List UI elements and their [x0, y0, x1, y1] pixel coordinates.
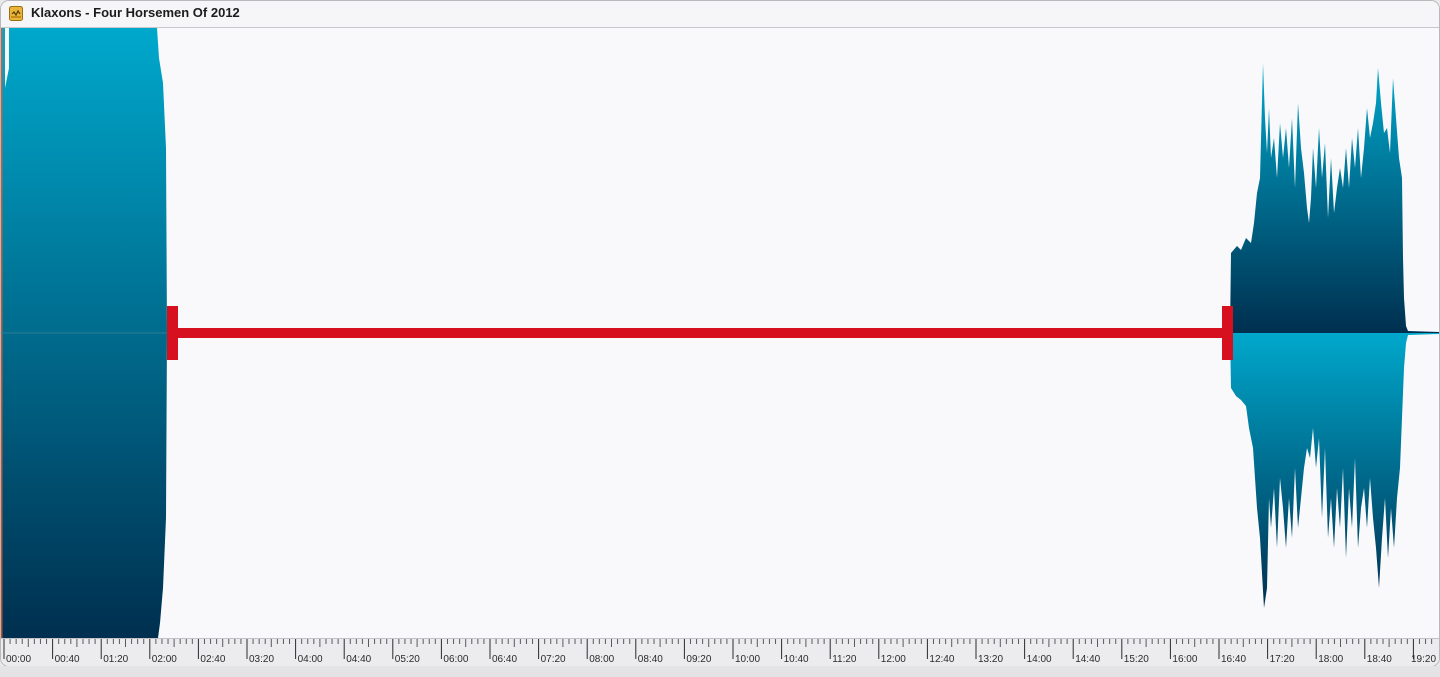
timeline-tick-label: 08:00: [589, 654, 615, 665]
waveform-canvas: [1, 28, 1439, 638]
audio-window: Klaxons - Four Horsemen Of 2012 00:00 00…: [0, 0, 1440, 667]
audio-file-icon: [9, 6, 23, 21]
timeline-tick-label: 06:00: [443, 654, 469, 665]
timeline-tick-label: 02:00: [151, 654, 177, 665]
timeline-tick-label: 17:20: [1269, 654, 1295, 665]
title-bar: Klaxons - Four Horsemen Of 2012: [1, 1, 1439, 28]
waveform-segment-end: [1230, 63, 1439, 333]
timeline-ruler[interactable]: 00:00 00:40 01:20 02:00 02:40 03:20 04:00 04:40…: [1, 638, 1439, 666]
timeline-tick-label: 01:20: [103, 654, 129, 665]
timeline-tick-label: 03:20: [249, 654, 275, 665]
timeline-tick-label: 08:40: [637, 654, 663, 665]
timeline-tick-label: 05:20: [394, 654, 420, 665]
timeline-tick-label: 00:00: [6, 654, 32, 665]
timeline-tick-label: 18:00: [1318, 654, 1344, 665]
timeline-tick-label: 12:00: [880, 654, 906, 665]
timeline-tick-label: 10:40: [783, 654, 809, 665]
window-bottom-strip: [0, 666, 1440, 677]
timeline-tick-label: 14:40: [1075, 654, 1101, 665]
timeline-tick-label: 11:20: [832, 654, 857, 665]
timeline-tick-label: 13:20: [978, 654, 1004, 665]
timeline-tick-label: 02:40: [200, 654, 226, 665]
waveform-segment-end-lower: [1230, 333, 1439, 608]
timeline-tick-label: 14:00: [1026, 654, 1052, 665]
silence-bar: [173, 328, 1230, 338]
timeline-tick-label: 04:40: [346, 654, 372, 665]
timeline-tick-label: 07:20: [540, 654, 566, 665]
window-title: Klaxons - Four Horsemen Of 2012: [31, 5, 240, 20]
timeline-tick-label: 09:20: [686, 654, 712, 665]
timeline-tick-label: 12:40: [929, 654, 955, 665]
silence-range-marker[interactable]: [167, 306, 1233, 360]
timeline-tick-label: 10:00: [735, 654, 761, 665]
silence-end-handle[interactable]: [1222, 306, 1233, 360]
waveform-view[interactable]: [1, 28, 1439, 638]
timeline-tick-label: 19:20: [1411, 654, 1437, 665]
timeline-tick-label: 18:40: [1366, 654, 1392, 665]
timeline-tick-label: 15:20: [1123, 654, 1149, 665]
timeline-tick-label: 16:40: [1221, 654, 1247, 665]
timeline-tick-label: 04:00: [297, 654, 323, 665]
timeline-tick-label: 00:40: [54, 654, 80, 665]
timeline-tick-label: 06:40: [492, 654, 518, 665]
timeline-tick-label: 16:00: [1172, 654, 1198, 665]
